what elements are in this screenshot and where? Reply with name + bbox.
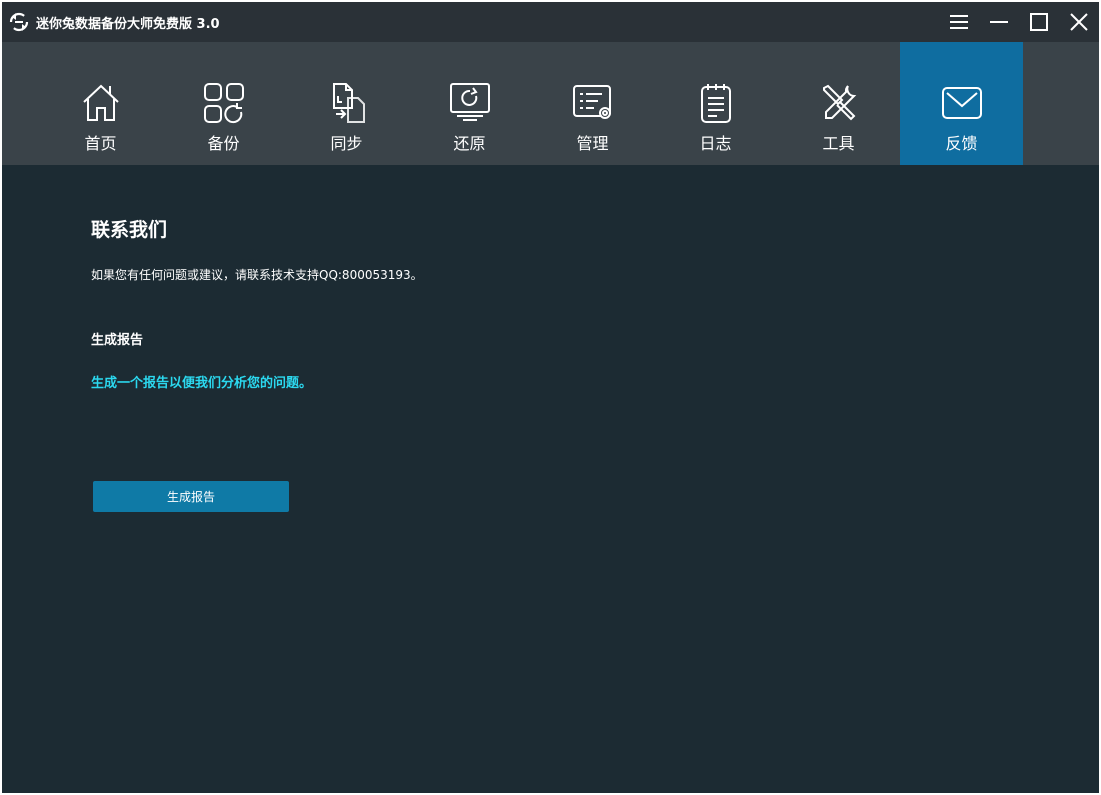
report-description: 生成一个报告以便我们分析您的问题。 bbox=[91, 376, 313, 391]
app-title: 迷你兔数据备份大师免费版 3.0 bbox=[36, 17, 220, 32]
nav-label-backup: 备份 bbox=[207, 134, 240, 153]
app-logo-icon bbox=[8, 11, 30, 33]
contact-title: 联系我们 bbox=[91, 219, 168, 241]
nav-label-tools: 工具 bbox=[822, 134, 855, 153]
nav-item-home[interactable]: 首页 bbox=[39, 42, 162, 165]
minimize-icon bbox=[990, 21, 1008, 23]
nav-label-manage: 管理 bbox=[576, 134, 609, 153]
manage-icon bbox=[572, 82, 614, 124]
nav-label-log: 日志 bbox=[699, 134, 732, 153]
home-icon bbox=[80, 82, 122, 124]
nav-item-backup[interactable]: 备份 bbox=[162, 42, 285, 165]
generate-report-button[interactable]: 生成报告 bbox=[93, 481, 289, 512]
minimize-button[interactable] bbox=[987, 10, 1011, 34]
maximize-button[interactable] bbox=[1027, 10, 1051, 34]
feedback-icon bbox=[941, 82, 983, 124]
feedback-panel: 联系我们 如果您有任何问题或建议，请联系技术支持QQ:800053193。 生成… bbox=[2, 165, 1099, 793]
close-icon bbox=[1070, 13, 1088, 31]
nav-item-tools[interactable]: 工具 bbox=[777, 42, 900, 165]
nav-item-manage[interactable]: 管理 bbox=[531, 42, 654, 165]
nav-bar: 首页 备份 同步 还原 管理 日志 工具 反馈 bbox=[2, 42, 1099, 165]
sync-icon bbox=[326, 82, 368, 124]
title-bar: 迷你兔数据备份大师免费版 3.0 bbox=[2, 2, 1099, 42]
nav-label-feedback: 反馈 bbox=[945, 134, 978, 153]
nav-item-feedback[interactable]: 反馈 bbox=[900, 42, 1023, 165]
tools-icon bbox=[818, 82, 860, 124]
log-icon bbox=[695, 82, 737, 124]
close-button[interactable] bbox=[1067, 10, 1091, 34]
maximize-icon bbox=[1030, 13, 1048, 31]
menu-icon bbox=[950, 15, 968, 29]
nav-item-sync[interactable]: 同步 bbox=[285, 42, 408, 165]
nav-label-sync: 同步 bbox=[330, 134, 363, 153]
app-window: 迷你兔数据备份大师免费版 3.0 首页 备份 同步 还原 管理 日志 工具 反馈… bbox=[2, 2, 1099, 793]
menu-button[interactable] bbox=[947, 10, 971, 34]
nav-item-restore[interactable]: 还原 bbox=[408, 42, 531, 165]
backup-icon bbox=[203, 82, 245, 124]
contact-text: 如果您有任何问题或建议，请联系技术支持QQ:800053193。 bbox=[91, 268, 423, 282]
report-heading: 生成报告 bbox=[91, 333, 144, 348]
nav-label-restore: 还原 bbox=[453, 134, 486, 153]
nav-label-home: 首页 bbox=[84, 134, 117, 153]
nav-item-log[interactable]: 日志 bbox=[654, 42, 777, 165]
restore-icon bbox=[449, 82, 491, 124]
